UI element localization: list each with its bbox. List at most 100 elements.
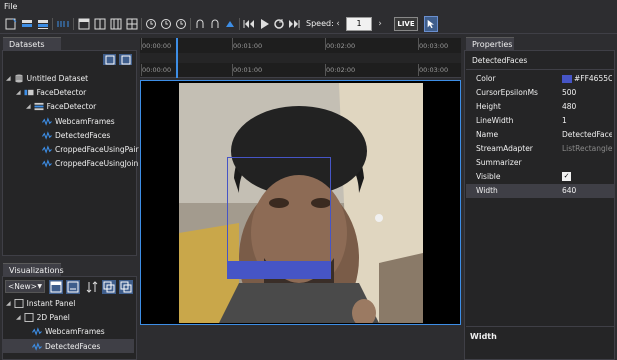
stream-icon <box>42 145 52 154</box>
prop-row-width[interactable]: Width 640 <box>466 184 614 198</box>
zoom-in-icon[interactable] <box>144 17 158 31</box>
tree-item-stream[interactable]: WebcamFrames <box>42 115 115 128</box>
prop-value: DetectedFaces <box>562 130 612 139</box>
panel-icon <box>14 299 24 308</box>
tree-item-label: DetectedFaces <box>45 342 101 351</box>
tree-item-stream[interactable]: DetectedFaces <box>42 129 110 142</box>
prop-key: Summarizer <box>476 158 522 167</box>
menu-bar: File <box>0 0 617 14</box>
visible-checkbox[interactable]: ✓ <box>562 172 571 181</box>
prop-value: ListRectangle... <box>562 144 612 153</box>
prop-row-name[interactable]: Name DetectedFaces <box>466 128 614 142</box>
stream-icon <box>42 159 52 168</box>
sync-icon[interactable] <box>56 17 70 31</box>
tree-item-label: 2D Panel <box>36 313 70 322</box>
panel-icon <box>24 313 34 322</box>
prop-row-stream-adapter[interactable]: StreamAdapter ListRectangle... <box>466 142 614 156</box>
tree-item-dataset[interactable]: ◢ Untitled Dataset <box>6 72 88 85</box>
rewind-icon[interactable] <box>242 17 256 31</box>
copy-icon[interactable] <box>102 280 116 294</box>
prop-key: Visible <box>476 172 501 181</box>
session-icon <box>24 89 34 96</box>
tick-label: 00:03:00 <box>419 66 449 74</box>
layout-three-icon[interactable] <box>109 17 123 31</box>
clear-selection-icon[interactable] <box>223 17 237 31</box>
chevron-down-icon: ▼ <box>37 283 42 290</box>
tree-item-stream[interactable]: CroppedFaceUsingJoin <box>42 157 138 170</box>
property-description-title: Width <box>470 332 497 341</box>
layout-single-icon[interactable] <box>77 17 91 31</box>
cursor-mode-icon[interactable] <box>424 16 438 32</box>
playback-cursor[interactable] <box>176 38 178 78</box>
datasets-action2-icon[interactable] <box>119 54 132 65</box>
prop-value: #FF4655C6 <box>574 74 612 83</box>
stream-icon <box>42 117 52 126</box>
tree-item-partition[interactable]: ◢ FaceDetector <box>26 100 96 113</box>
tree-item-session[interactable]: ◢ FaceDetector <box>16 86 86 99</box>
prop-key: Name <box>476 130 499 139</box>
prop-value: 640 <box>562 186 577 195</box>
layout-two-icon[interactable] <box>93 17 107 31</box>
speed-decrease-icon[interactable]: ‹ <box>333 17 343 31</box>
prop-row-height[interactable]: Height 480 <box>466 100 614 114</box>
prop-row-summarizer[interactable]: Summarizer <box>466 156 614 170</box>
tick-label: 00:02:00 <box>326 42 356 50</box>
tab-properties[interactable]: Properties <box>466 37 514 50</box>
tree-item-stream[interactable]: CroppedFaceUsingPair <box>42 143 139 156</box>
selection-end-icon[interactable] <box>208 17 222 31</box>
tree-item-instant-panel[interactable]: ◢ Instant Panel <box>6 297 75 310</box>
color-swatch[interactable] <box>562 75 572 83</box>
prop-value: 500 <box>562 88 577 97</box>
tree-item-visual-selected[interactable]: DetectedFaces <box>32 340 100 353</box>
tab-visualizations[interactable]: Visualizations <box>3 263 64 276</box>
tree-item-label: Instant Panel <box>26 299 76 308</box>
save-dataset-icon[interactable] <box>36 17 50 31</box>
new-dataset-icon[interactable] <box>4 17 18 31</box>
speed-input[interactable]: 1 <box>346 17 372 31</box>
insert-visual-icon[interactable] <box>66 280 80 294</box>
live-button[interactable]: LIVE <box>394 17 418 31</box>
2d-panel-viewer[interactable] <box>140 80 461 325</box>
stream-icon <box>32 327 42 336</box>
stream-icon <box>32 342 42 351</box>
tree-item-label: FaceDetector <box>36 88 87 97</box>
prop-row-color[interactable]: Color #FF4655C6 <box>466 72 614 86</box>
new-visualization-dropdown[interactable]: <New> ▼ <box>5 280 45 293</box>
prop-row-line-width[interactable]: LineWidth 1 <box>466 114 614 128</box>
tick-label: 00:01:00 <box>233 66 263 74</box>
menu-file[interactable]: File <box>4 2 17 11</box>
prop-key: StreamAdapter <box>476 144 533 153</box>
sort-icon[interactable] <box>85 280 99 294</box>
tab-datasets[interactable]: Datasets <box>3 37 61 50</box>
timeline-top-ruler: 00:00:00 00:01:00 00:02:00 00:03:00 <box>140 40 461 54</box>
paste-icon[interactable] <box>119 280 133 294</box>
prop-row-cursor-epsilon[interactable]: CursorEpsilonMs 500 <box>466 86 614 100</box>
insert-panel-icon[interactable] <box>49 280 63 294</box>
loop-icon[interactable] <box>272 17 286 31</box>
database-icon <box>15 74 23 83</box>
partition-icon <box>34 102 44 111</box>
tree-item-label: FaceDetector <box>46 102 97 111</box>
tree-item-2d-panel[interactable]: ◢ 2D Panel <box>16 311 70 324</box>
tree-item-label: WebcamFrames <box>55 117 115 126</box>
datasets-action-icon[interactable] <box>103 54 116 65</box>
fast-forward-icon[interactable] <box>287 17 301 31</box>
detection-box-fill <box>227 261 331 279</box>
play-icon[interactable] <box>257 17 271 31</box>
zoom-out-icon[interactable] <box>159 17 173 31</box>
selection-start-icon[interactable] <box>193 17 207 31</box>
speed-increase-icon[interactable]: › <box>375 17 385 31</box>
timeline-track <box>140 53 461 63</box>
tree-item-label: CroppedFaceUsingJoin <box>55 159 139 168</box>
tree-item-label: CroppedFaceUsingPair <box>55 145 139 154</box>
viewer-status-bar <box>140 326 461 360</box>
timeline-bottom-ruler: 00:00:00 00:01:00 00:02:00 00:03:00 <box>140 63 461 77</box>
timeline[interactable]: 00:00:00 00:01:00 00:02:00 00:03:00 00:0… <box>140 38 461 78</box>
tree-item-visual[interactable]: WebcamFrames <box>32 325 105 338</box>
layout-grid-icon[interactable] <box>125 17 139 31</box>
zoom-fit-icon[interactable] <box>174 17 188 31</box>
prop-key: CursorEpsilonMs <box>476 88 538 97</box>
open-dataset-icon[interactable] <box>20 17 34 31</box>
prop-row-visible[interactable]: Visible ✓ <box>466 170 614 184</box>
prop-key: LineWidth <box>476 116 514 125</box>
